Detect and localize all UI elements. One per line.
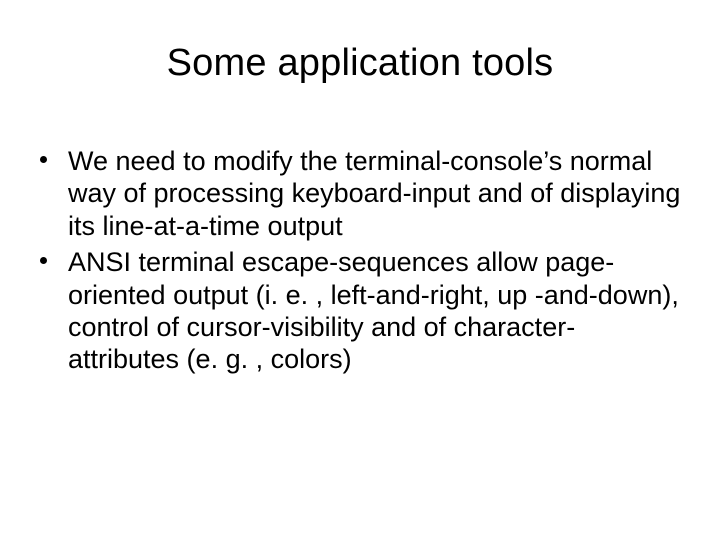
slide-title: Some application tools (34, 42, 686, 85)
bullet-icon (40, 257, 47, 264)
bullet-text: We need to modify the terminal-console’s… (68, 146, 680, 241)
list-item: We need to modify the terminal-console’s… (34, 145, 686, 242)
bullet-icon (40, 156, 47, 163)
bullet-text: ANSI terminal escape-sequences allow pag… (68, 247, 679, 374)
bullet-list: We need to modify the terminal-console’s… (34, 145, 686, 376)
list-item: ANSI terminal escape-sequences allow pag… (34, 246, 686, 376)
